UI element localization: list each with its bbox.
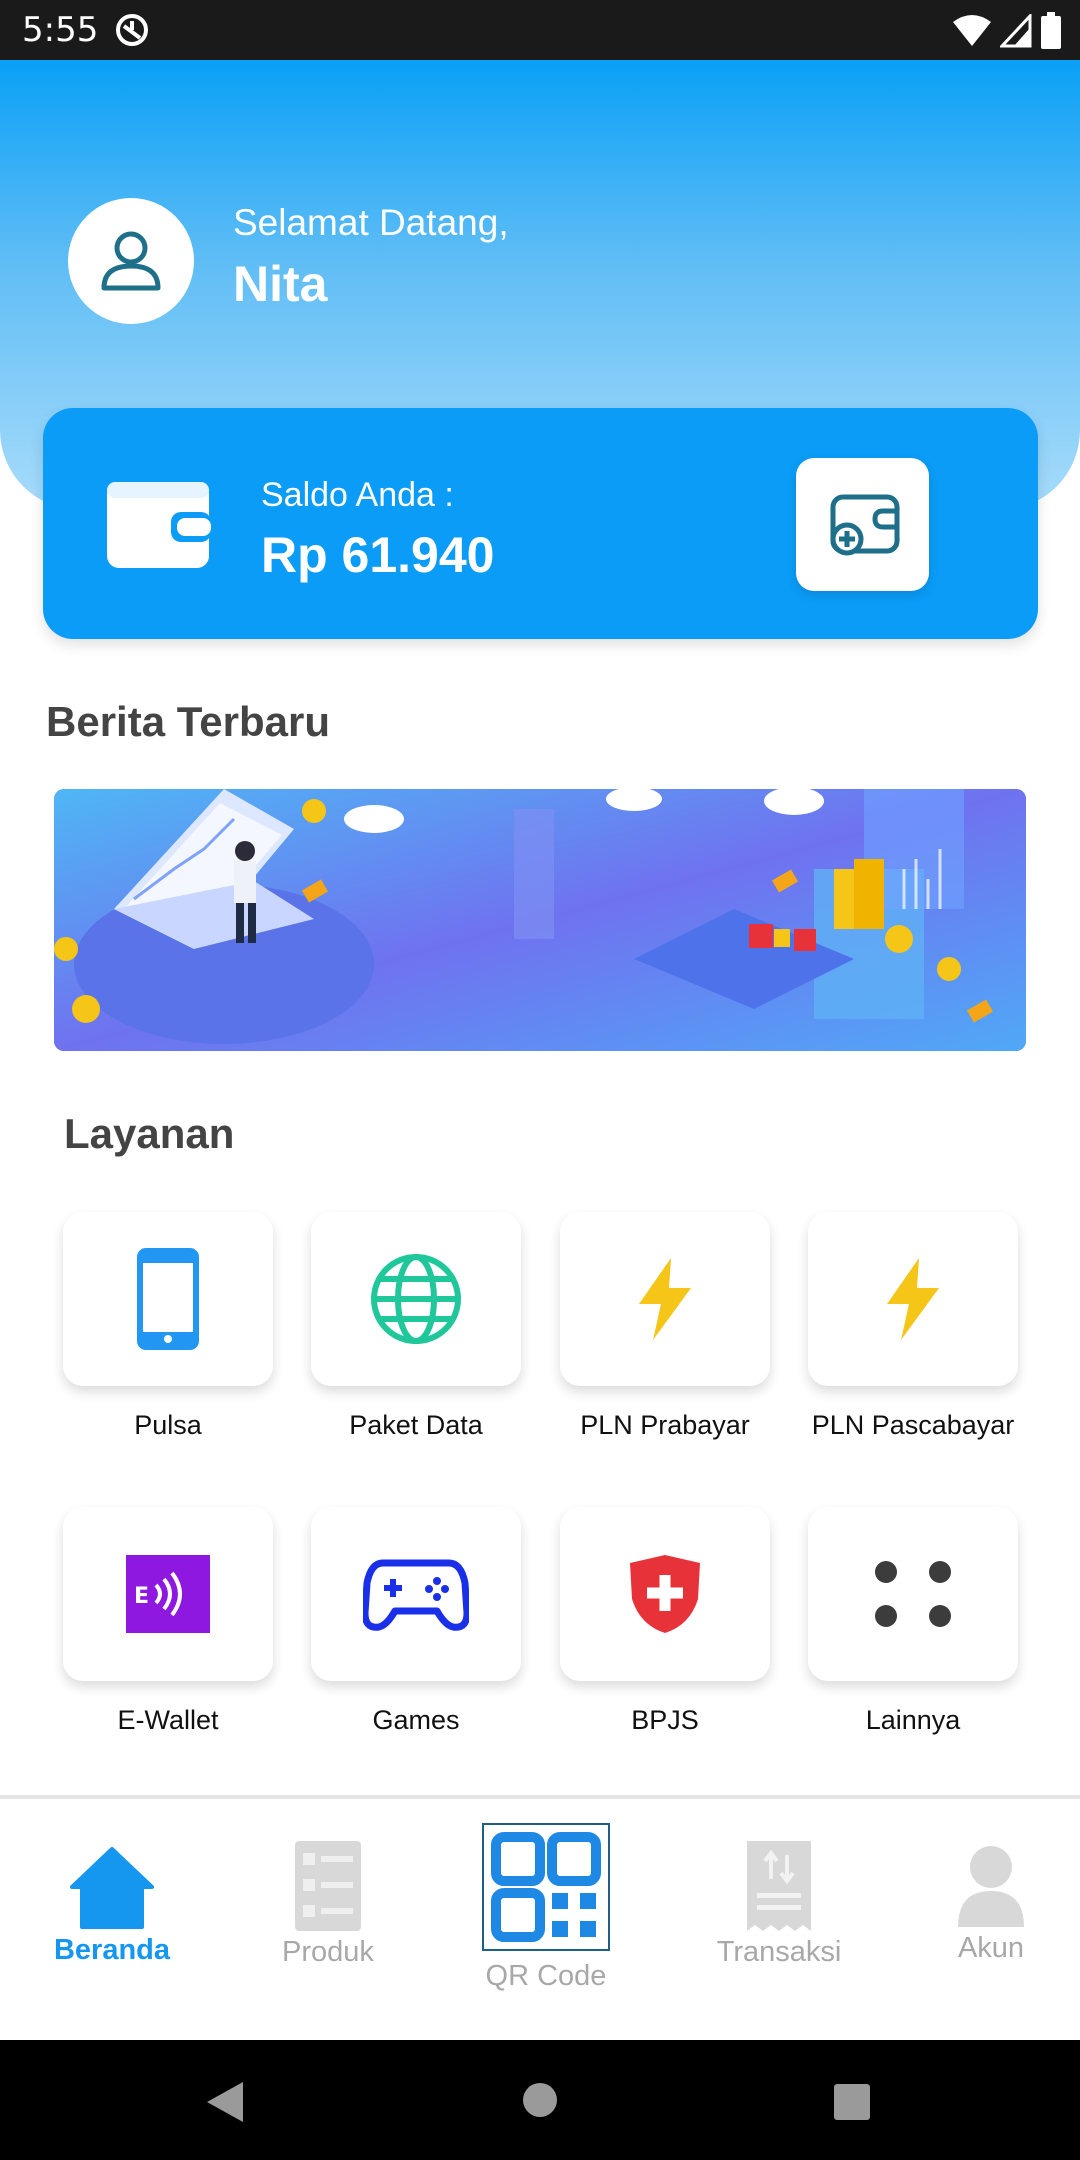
recents-icon[interactable]	[834, 2084, 870, 2120]
battery-icon	[1041, 12, 1061, 49]
svg-text:E: E	[134, 1584, 149, 1609]
service-tile[interactable]	[808, 1507, 1018, 1681]
nav-produk[interactable]: Produk	[268, 1841, 388, 1969]
phone-icon	[137, 1248, 199, 1350]
service-tile[interactable]: E	[63, 1507, 273, 1681]
service-label: PLN Pascabayar	[811, 1410, 1015, 1440]
balance-label: Saldo Anda :	[261, 476, 454, 514]
service-pln-prabayar[interactable]: PLN Prabayar	[560, 1212, 770, 1441]
service-tile[interactable]	[808, 1212, 1018, 1386]
system-navigation-bar	[0, 2040, 1080, 2160]
nav-label: Beranda	[53, 1934, 171, 1966]
gamepad-icon	[363, 1559, 469, 1631]
more-dots-icon	[875, 1561, 951, 1627]
balance-card: Saldo Anda : Rp 61.940	[43, 408, 1038, 639]
globe-icon	[371, 1254, 461, 1344]
user-icon	[101, 231, 161, 291]
service-label: Pulsa	[134, 1410, 202, 1440]
service-lainnya[interactable]: Lainnya	[808, 1507, 1018, 1736]
service-pulsa[interactable]: Pulsa	[63, 1212, 273, 1441]
nav-label: Produk	[282, 1936, 374, 1968]
service-bpjs[interactable]: BPJS	[560, 1507, 770, 1736]
status-time: 5:55	[22, 10, 99, 50]
nav-label: Akun	[957, 1932, 1025, 1964]
nav-transaksi[interactable]: Transaksi	[704, 1841, 854, 1969]
service-tile[interactable]	[560, 1507, 770, 1681]
back-icon[interactable]	[205, 2080, 245, 2124]
service-e-wallet[interactable]: E E-Wallet	[63, 1507, 273, 1736]
nav-akun[interactable]: Akun	[946, 1845, 1036, 1965]
nav-beranda[interactable]: Beranda	[50, 1847, 174, 1967]
service-tile[interactable]	[560, 1212, 770, 1386]
nav-qr-code[interactable]: QR Code	[476, 1821, 616, 1993]
avatar[interactable]	[68, 198, 194, 324]
product-list-icon	[295, 1841, 361, 1931]
service-label: BPJS	[631, 1705, 699, 1735]
lightning-icon	[639, 1258, 691, 1340]
news-banner[interactable]	[54, 789, 1026, 1051]
service-tile[interactable]	[63, 1212, 273, 1386]
nav-label: QR Code	[485, 1960, 607, 1992]
service-tile[interactable]	[311, 1507, 521, 1681]
wallet-icon	[107, 482, 211, 568]
news-banner-illustration	[54, 789, 1026, 1051]
balance-value: Rp 61.940	[261, 527, 495, 583]
service-label: Games	[372, 1705, 460, 1735]
service-pln-pascabayar[interactable]: PLN Pascabayar	[808, 1212, 1018, 1441]
services-section-title: Layanan	[64, 1110, 235, 1157]
service-label: Lainnya	[865, 1705, 961, 1735]
service-label: E-Wallet	[117, 1705, 219, 1735]
home-button-icon[interactable]	[522, 2082, 558, 2118]
topup-button[interactable]	[796, 458, 929, 591]
receipt-icon	[747, 1841, 811, 1931]
nav-label: Transaksi	[716, 1936, 842, 1968]
greeting-text: Selamat Datang,	[233, 202, 509, 243]
username: Nita	[233, 256, 328, 312]
service-paket-data[interactable]: Paket Data	[311, 1212, 521, 1441]
signal-icon	[1000, 14, 1032, 48]
news-section-title: Berita Terbaru	[46, 698, 330, 745]
service-tile[interactable]	[311, 1212, 521, 1386]
service-label: Paket Data	[349, 1410, 483, 1440]
shield-cross-icon	[630, 1555, 700, 1633]
account-icon	[958, 1846, 1024, 1927]
wifi-icon	[953, 15, 991, 46]
home-icon	[70, 1847, 154, 1929]
bottom-navigation: Beranda Produk QR Code Transaksi Akun	[0, 1795, 1080, 2040]
qr-code-icon	[480, 1821, 612, 1953]
service-label: PLN Prabayar	[580, 1410, 750, 1440]
service-games[interactable]: Games	[311, 1507, 521, 1736]
wallet-add-icon	[830, 494, 899, 555]
ewallet-icon: E	[126, 1555, 210, 1633]
lightning-icon	[887, 1258, 939, 1340]
app-notification-icon	[116, 14, 148, 46]
status-bar: 5:55	[0, 0, 1080, 60]
